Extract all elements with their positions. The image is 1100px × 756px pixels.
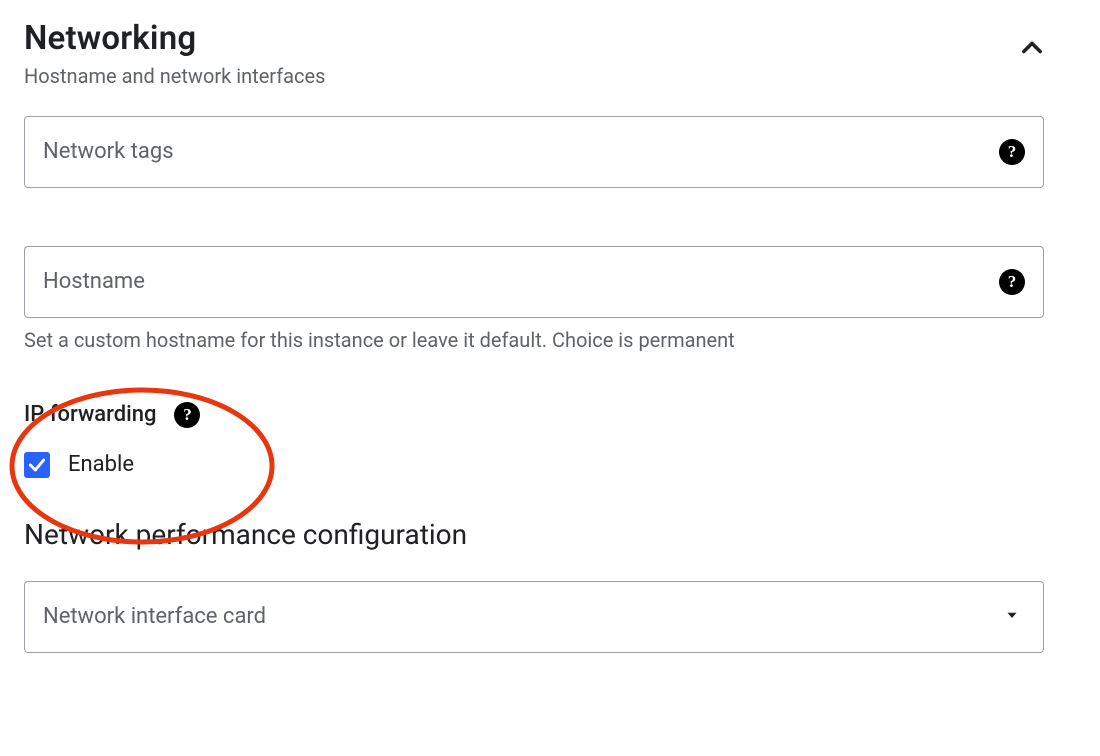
ip-forwarding-enable-label: Enable bbox=[68, 452, 134, 477]
chevron-up-icon bbox=[1018, 34, 1046, 62]
help-icon[interactable]: ? bbox=[999, 269, 1025, 295]
help-icon[interactable]: ? bbox=[999, 139, 1025, 165]
network-performance-title: Network performance configuration bbox=[24, 518, 1076, 551]
collapse-toggle[interactable] bbox=[1018, 34, 1046, 66]
network-interface-card-placeholder: Network interface card bbox=[43, 604, 266, 629]
help-icon[interactable]: ? bbox=[174, 402, 200, 428]
section-subtitle: Hostname and network interfaces bbox=[24, 64, 325, 88]
hostname-placeholder: Hostname bbox=[43, 269, 145, 294]
checkmark-icon bbox=[27, 455, 47, 475]
network-tags-placeholder: Network tags bbox=[43, 139, 174, 164]
ip-forwarding-label: IP forwarding bbox=[24, 402, 156, 427]
ip-forwarding-enable-checkbox[interactable] bbox=[24, 452, 50, 478]
section-title: Networking bbox=[24, 20, 325, 58]
network-tags-input[interactable]: Network tags ? bbox=[24, 116, 1044, 188]
hostname-helper-text: Set a custom hostname for this instance … bbox=[24, 328, 1076, 352]
hostname-input[interactable]: Hostname ? bbox=[24, 246, 1044, 318]
network-interface-card-select[interactable]: Network interface card bbox=[24, 581, 1044, 653]
dropdown-arrow-icon bbox=[1003, 606, 1021, 628]
ip-forwarding-section: IP forwarding ? Enable bbox=[24, 380, 1076, 496]
section-heading-block: Networking Hostname and network interfac… bbox=[24, 20, 325, 88]
